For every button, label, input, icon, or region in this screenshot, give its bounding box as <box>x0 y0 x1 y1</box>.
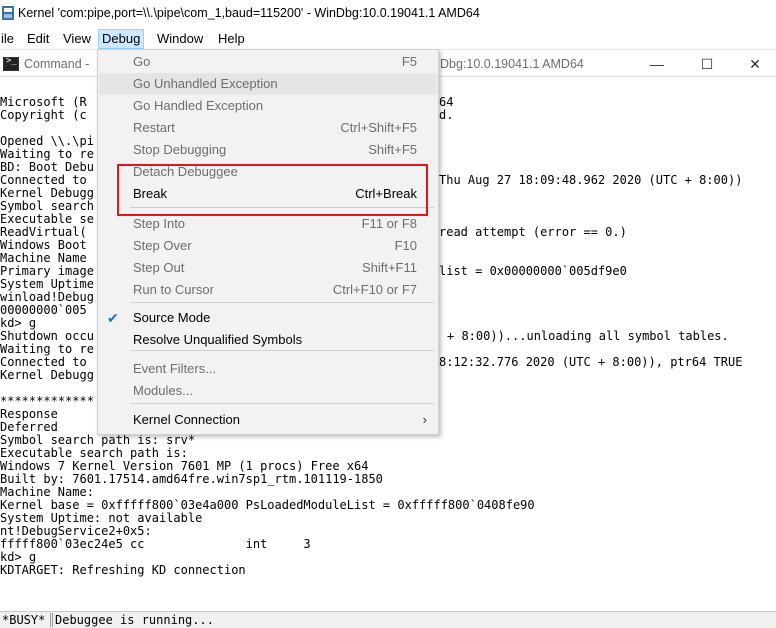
menu-separator <box>130 403 434 404</box>
checkmark-icon: ✔ <box>107 310 119 326</box>
debug-menu-item-stop-debugging[interactable]: Stop Debugging Shift+F5 <box>99 139 437 161</box>
menu-item-shortcut: F11 or F8 <box>361 216 417 231</box>
console-line-fragment: + 8:00))...unloading all symbol tables. <box>447 329 729 343</box>
menu-item-shortcut: Ctrl+Shift+F5 <box>340 120 417 135</box>
console-line: Copyright (c <box>0 108 87 122</box>
title-bar: Kernel 'com:pipe,port=\\.\pipe\com_1,bau… <box>0 0 776 28</box>
debug-menu-item-run-to-cursor[interactable]: Run to Cursor Ctrl+F10 or F7 <box>99 279 437 301</box>
menu-item-label: Step Over <box>133 238 192 253</box>
menu-item-label: Event Filters... <box>133 361 217 376</box>
menu-item-label: Kernel Connection <box>133 412 240 427</box>
menu-item-label: Run to Cursor <box>133 282 214 297</box>
maximize-icon[interactable]: ☐ <box>692 54 722 74</box>
menu-file[interactable]: ile <box>0 30 17 48</box>
menu-item-shortcut: Shift+F11 <box>361 260 417 275</box>
menu-bar: ile Edit View Debug Window Help <box>0 28 776 49</box>
debug-menu-item-step-out[interactable]: Step Out Shift+F11 <box>99 257 437 279</box>
debug-menu-item-kernel-connection[interactable]: Kernel Connection › <box>99 409 437 431</box>
debug-menu-item-event-filters[interactable]: Event Filters... <box>99 358 437 380</box>
debug-menu-item-restart[interactable]: Restart Ctrl+Shift+F5 <box>99 117 437 139</box>
menu-debug[interactable]: Debug <box>98 29 145 49</box>
menu-item-label: Go Handled Exception <box>133 98 264 113</box>
command-window-title-right: Dbg:10.0.19041.1 AMD64 <box>440 57 584 71</box>
debug-menu-item-step-into[interactable]: Step Into F11 or F8 <box>99 213 437 235</box>
console-line: KDTARGET: Refreshing KD connection <box>0 563 246 577</box>
close-icon[interactable]: ✕ <box>740 54 770 74</box>
console-line-fragment: read attempt (error == 0.) <box>439 225 627 239</box>
menu-item-shortcut: F5 <box>401 54 417 69</box>
menu-item-shortcut: Ctrl+F10 or F7 <box>332 282 417 297</box>
console-line-fragment: list = 0x00000000`005df9e0 <box>439 264 627 278</box>
debug-menu-item-go-handled-exception[interactable]: Go Handled Exception <box>99 95 437 117</box>
windbg-app-icon <box>2 6 14 20</box>
debug-menu-dropdown: Go F5 Go Unhandled Exception Go Handled Exc… <box>97 49 439 435</box>
command-window-icon: >_ <box>3 56 19 71</box>
command-window-title: Command - <box>24 57 90 71</box>
debug-menu-item-go-unhandled-exception[interactable]: Go Unhandled Exception <box>99 73 437 95</box>
menu-item-label: Modules... <box>133 383 193 398</box>
menu-item-label: Step Into <box>133 216 186 231</box>
console-line: fffff800`03ec24e5 cc int 3 <box>0 537 311 551</box>
menu-item-label: Restart <box>133 120 175 135</box>
debug-menu-item-go[interactable]: Go F5 <box>99 51 437 73</box>
menu-help[interactable]: Help <box>215 30 248 48</box>
menu-separator <box>130 350 434 351</box>
menu-item-label: Resolve Unqualified Symbols <box>133 332 303 347</box>
menu-separator <box>130 302 434 303</box>
menu-item-label: Go Unhandled Exception <box>133 76 278 91</box>
menu-edit[interactable]: Edit <box>24 30 52 48</box>
debug-menu-item-source-mode[interactable]: ✔ Source Mode <box>99 307 437 329</box>
debug-menu-item-resolve-unqualified-symbols[interactable]: Resolve Unqualified Symbols <box>99 329 437 351</box>
busy-indicator: *BUSY* <box>0 613 51 627</box>
menu-item-label: Stop Debugging <box>133 142 227 157</box>
menu-view[interactable]: View <box>60 30 94 48</box>
menu-item-shortcut: F10 <box>394 238 417 253</box>
console-line-fragment: 8:12:32.776 2020 (UTC + 8:00)), ptr64 TR… <box>439 355 743 369</box>
highlight-box <box>117 164 428 216</box>
console-line-fragment: Thu Aug 27 18:09:48.962 2020 (UTC + 8:00… <box>439 173 743 187</box>
menu-item-shortcut: Shift+F5 <box>368 142 417 157</box>
menu-item-label: Source Mode <box>133 310 211 325</box>
status-bar: *BUSY* Debuggee is running... <box>0 611 776 628</box>
debug-menu-item-modules[interactable]: Modules... <box>99 380 437 402</box>
menu-item-label: Go <box>133 54 151 69</box>
chevron-right-icon: › <box>422 412 427 427</box>
window-title: Kernel 'com:pipe,port=\\.\pipe\com_1,bau… <box>18 6 480 20</box>
debug-menu-item-step-over[interactable]: Step Over F10 <box>99 235 437 257</box>
console-line-fragment: d. <box>439 108 454 122</box>
menu-item-label: Step Out <box>133 260 185 275</box>
minimize-icon[interactable]: — <box>642 54 672 74</box>
status-message: Debuggee is running... <box>52 613 297 627</box>
console-line: Kernel Debugg <box>0 368 94 382</box>
menu-window[interactable]: Window <box>154 30 206 48</box>
